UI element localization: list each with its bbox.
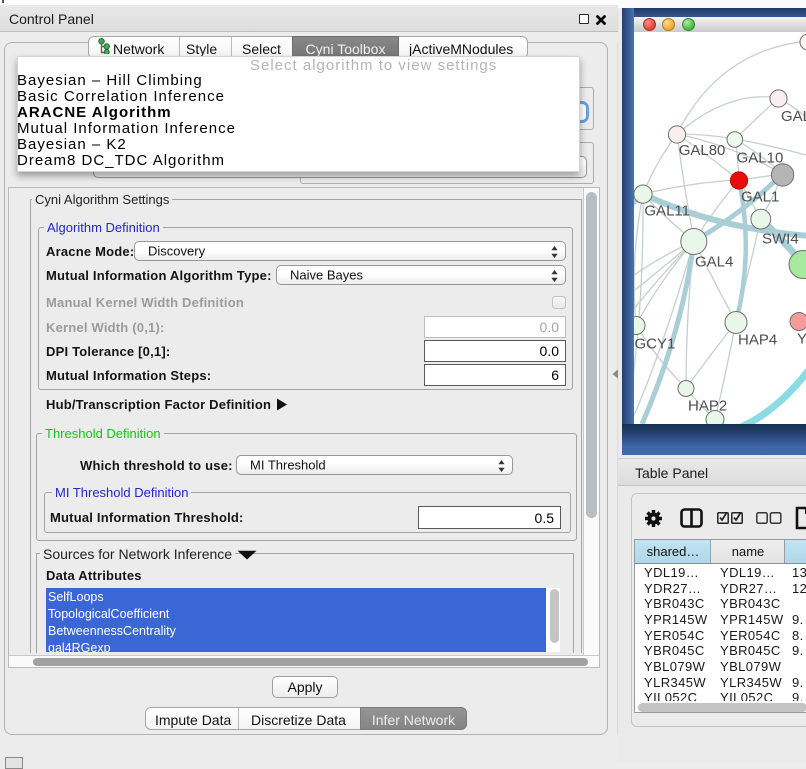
svg-text:GAL11: GAL11 <box>644 203 690 220</box>
svg-text:HAP2: HAP2 <box>688 398 727 415</box>
svg-text:GAL2: GAL2 <box>781 108 806 125</box>
svg-text:GAL80: GAL80 <box>679 142 726 159</box>
svg-text:GAL4: GAL4 <box>695 254 733 271</box>
svg-text:GAL1: GAL1 <box>741 188 779 205</box>
svg-text:GCY1: GCY1 <box>635 336 676 353</box>
svg-text:Y: Y <box>797 331 806 348</box>
svg-text:HAP4: HAP4 <box>738 332 777 349</box>
svg-text:SWI4: SWI4 <box>762 231 799 248</box>
svg-text:GAL10: GAL10 <box>737 149 784 166</box>
